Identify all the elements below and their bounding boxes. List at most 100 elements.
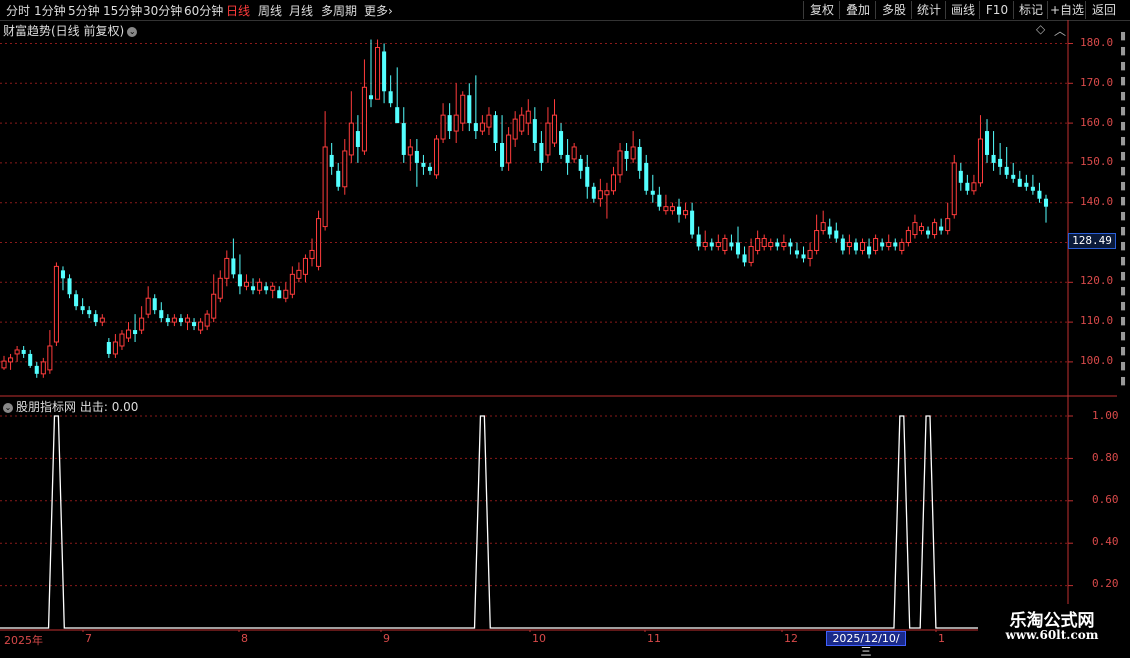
candle-body-up [597, 190, 603, 200]
candle-body-up [945, 218, 951, 232]
candle-body-up [702, 242, 708, 247]
candle-body-down [67, 278, 72, 295]
candle-body-up [768, 242, 774, 247]
candle-body-down [192, 322, 197, 327]
candle-body-down [735, 242, 741, 255]
y-tick-label: 120.0 [1080, 274, 1114, 287]
candle-body-down [1030, 186, 1035, 191]
x-tick-label: 1 [938, 632, 945, 645]
candle-body-down [585, 166, 590, 187]
current-price-tag: 128.49 [1068, 233, 1116, 249]
candle-body-down [794, 250, 800, 255]
candle-body-down [382, 51, 387, 92]
candle-body-down [231, 258, 236, 275]
candle-body-down [28, 353, 33, 366]
indicator-title[interactable]: ⌄ 股朋指标网 出击: 0.00 [3, 398, 138, 415]
candle-body-up [807, 249, 813, 259]
period-daily[interactable]: 日线 [226, 2, 250, 19]
candle-body-down [676, 206, 682, 215]
candle-body-up [506, 134, 512, 164]
x-tick-label: 10 [532, 632, 546, 645]
candle-body-down [250, 286, 256, 291]
period-monthly[interactable]: 月线 [289, 2, 313, 19]
candle-body-down [1024, 182, 1029, 187]
candle-body-down [1043, 198, 1049, 207]
candle-body-down [447, 115, 452, 132]
candle-body-up [375, 46, 381, 100]
candle-body-up [761, 238, 767, 247]
candle-body-down [827, 226, 832, 235]
period-multi[interactable]: 多周期 [321, 2, 357, 19]
candle-body-up [302, 257, 308, 275]
y-tick-label: 0.60 [1092, 493, 1119, 506]
candle-body-up [932, 222, 938, 236]
candle-body-up [951, 162, 957, 216]
y-tick-label: 110.0 [1080, 314, 1114, 327]
candle-body-up [781, 242, 787, 247]
candle-body-down [650, 190, 655, 195]
candle-body-up [342, 150, 348, 188]
candle-body-up [971, 182, 977, 192]
candle-body-down [742, 254, 747, 263]
y-tick-label: 0.40 [1092, 535, 1119, 548]
statistics-button[interactable]: 统计 [911, 1, 946, 19]
period-30min[interactable]: 30分钟 [143, 2, 182, 19]
candle-body-down [74, 294, 79, 307]
candle-body-down [329, 154, 334, 167]
x-tick-label: 12 [784, 632, 798, 645]
candle-body-down [264, 286, 269, 291]
period-1min[interactable]: 1分钟 [34, 2, 66, 19]
candle-body-up [545, 122, 551, 156]
period-intraday[interactable]: 分时 [6, 2, 30, 19]
y-tick-label: 100.0 [1080, 354, 1114, 367]
candle-body-down [368, 95, 374, 100]
candle-body-up [139, 317, 145, 331]
candle-body-up [184, 317, 191, 323]
candle-body-down [421, 162, 426, 167]
candle-body-down [60, 270, 66, 279]
price-chart[interactable] [0, 20, 1117, 632]
period-toolbar: 分时 1分钟 5分钟 15分钟 30分钟 60分钟 日线 周线 月线 多周期 更… [0, 0, 1130, 21]
candle-body-down [893, 242, 898, 247]
y-tick-label: 150.0 [1080, 155, 1114, 168]
adjust-button[interactable]: 复权 [803, 1, 840, 19]
candle-body-down [998, 158, 1003, 167]
y-tick-label: 0.20 [1092, 577, 1119, 590]
mark-button[interactable]: 标记 [1013, 1, 1048, 19]
candle-body-up [145, 297, 151, 315]
candle-body-down [21, 349, 26, 354]
indicator-label: 出击: [79, 400, 108, 414]
chevron-right-icon: › [388, 4, 393, 18]
period-15min[interactable]: 15分钟 [103, 2, 142, 19]
chevron-down-icon[interactable]: ⌄ [3, 402, 13, 413]
period-5min[interactable]: 5分钟 [68, 2, 100, 19]
candle-body-down [984, 131, 990, 155]
multi-stock-button[interactable]: 多股 [875, 1, 912, 19]
candle-body-up [912, 222, 918, 236]
candle-body-up [617, 150, 623, 176]
candle-body-down [801, 254, 806, 259]
candle-body-down [395, 107, 400, 124]
side-info-panel[interactable]: ▮ ▮ ▮ ▮ ▮ ▮ ▮ ▮ ▮ ▮ ▮ ▮ ▮ ▮ ▮ ▮ ▮ ▮ ▮ ▮ ▮ ▮ ▮ ▮ [1117, 28, 1129, 388]
add-watchlist-button[interactable]: +自选 [1047, 1, 1086, 19]
candle-body-up [873, 238, 879, 251]
candle-body-down [926, 230, 931, 235]
candle-body-down [500, 143, 505, 167]
candle-body-down [565, 154, 570, 163]
draw-line-button[interactable]: 画线 [945, 1, 980, 19]
overlay-button[interactable]: 叠加 [839, 1, 876, 19]
back-button[interactable]: 返回 [1085, 1, 1122, 19]
signal-line [0, 415, 1046, 629]
candle-body-down [133, 330, 138, 335]
period-more[interactable]: 更多› [364, 2, 393, 19]
candle-body-up [8, 357, 14, 363]
period-weekly[interactable]: 周线 [258, 2, 282, 19]
candle-body-up [571, 146, 577, 160]
candle-body-up [899, 242, 905, 251]
candle-body-up [309, 249, 315, 259]
period-60min[interactable]: 60分钟 [184, 2, 223, 19]
f10-button[interactable]: F10 [979, 1, 1014, 19]
candle-body-up [604, 190, 610, 196]
candle-body-down [965, 182, 970, 191]
candle-body-up [361, 86, 367, 152]
